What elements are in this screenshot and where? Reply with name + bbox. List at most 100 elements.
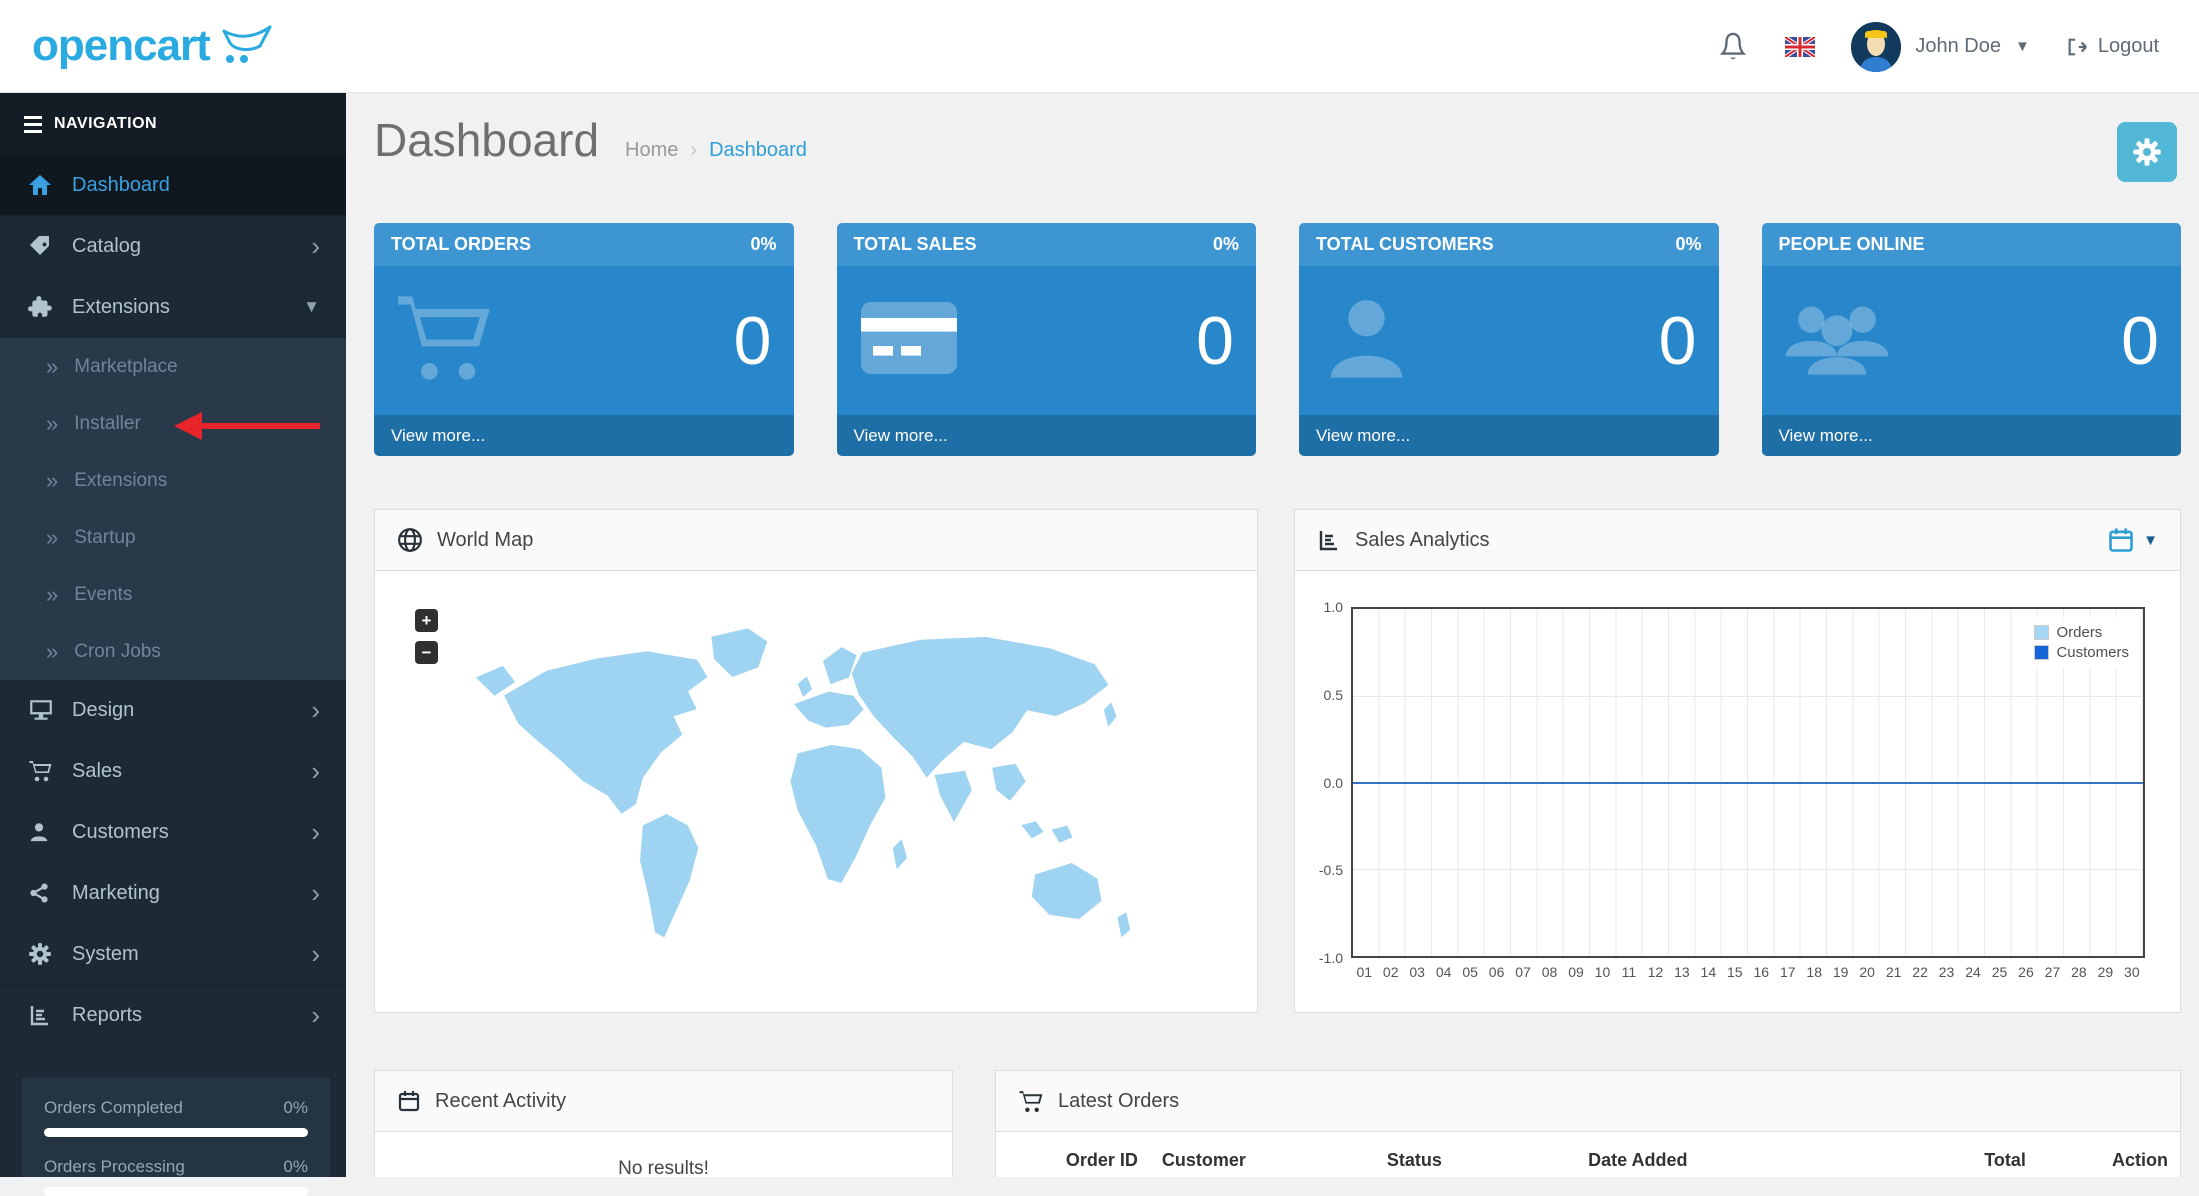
no-results-text: No results!	[375, 1132, 952, 1177]
view-more-link[interactable]: View more...	[1299, 415, 1719, 456]
progress-bar	[44, 1128, 308, 1137]
stat-value: 0%	[283, 1157, 308, 1177]
y-tick-label: -1.0	[1299, 950, 1343, 966]
user-menu[interactable]: John Doe ▼	[1851, 22, 2029, 72]
x-axis-labels: 0102030405060708091011121314151617181920…	[1351, 964, 2145, 980]
x-tick-label: 06	[1483, 964, 1509, 980]
x-tick-label: 30	[2119, 964, 2145, 980]
sidebar-item-system[interactable]: System ›	[0, 924, 346, 985]
sidebar-item-label: Startup	[74, 527, 135, 549]
x-tick-label: 03	[1404, 964, 1430, 980]
navigation-header[interactable]: NAVIGATION	[0, 93, 346, 155]
sidebar-item-label: System	[72, 943, 139, 966]
globe-icon	[397, 527, 423, 553]
x-tick-label: 27	[2039, 964, 2065, 980]
sidebar-item-label: Extensions	[72, 296, 170, 319]
x-tick-label: 11	[1616, 964, 1642, 980]
chart-icon	[1317, 528, 1341, 552]
logout-button[interactable]: Logout	[2066, 35, 2159, 58]
opencart-logo[interactable]: opencart	[32, 18, 274, 74]
x-tick-label: 09	[1563, 964, 1589, 980]
sidebar-item-events[interactable]: » Events	[0, 566, 346, 623]
sidebar-item-dashboard[interactable]: Dashboard	[0, 155, 346, 216]
x-tick-label: 13	[1669, 964, 1695, 980]
sidebar-navigation: NAVIGATION Dashboard Catalog › Extension…	[0, 93, 346, 1177]
x-tick-label: 25	[1986, 964, 2012, 980]
breadcrumb-separator: ›	[690, 139, 697, 162]
view-more-link[interactable]: View more...	[374, 415, 794, 456]
dashboard-settings-button[interactable]	[2117, 122, 2177, 182]
y-tick-label: 0.0	[1299, 775, 1343, 791]
x-tick-label: 26	[2013, 964, 2039, 980]
logo-text: opencart	[32, 18, 210, 74]
sidebar-order-stats: Orders Completed 0% Orders Processing 0%	[22, 1078, 330, 1177]
x-tick-label: 08	[1536, 964, 1562, 980]
x-tick-label: 24	[1960, 964, 1986, 980]
sales-analytics-panel: Sales Analytics ▼ 1.0 0.5 0.0 -0.5 -1.0	[1294, 509, 2181, 1013]
view-more-link[interactable]: View more...	[837, 415, 1257, 456]
tile-value: 0	[1196, 302, 1234, 380]
home-icon	[28, 173, 54, 197]
date-range-button[interactable]: ▼	[2107, 526, 2158, 554]
sidebar-item-installer[interactable]: » Installer	[0, 395, 346, 452]
world-map[interactable]: + −	[375, 571, 1257, 1012]
notifications-bell-icon[interactable]	[1717, 30, 1749, 64]
breadcrumb-current[interactable]: Dashboard	[709, 139, 807, 162]
panel-title: Recent Activity	[435, 1090, 566, 1113]
sidebar-item-startup[interactable]: » Startup	[0, 509, 346, 566]
page-title: Dashboard	[374, 113, 599, 167]
double-chevron-icon: »	[46, 641, 58, 663]
sidebar-item-label: Extensions	[74, 470, 167, 492]
x-tick-label: 12	[1642, 964, 1668, 980]
tile-title: TOTAL CUSTOMERS	[1316, 234, 1494, 255]
sidebar-item-extensions-sub[interactable]: » Extensions	[0, 452, 346, 509]
x-tick-label: 01	[1351, 964, 1377, 980]
tile-percent: 0%	[1675, 234, 1701, 255]
y-tick-label: -0.5	[1299, 862, 1343, 878]
view-more-link[interactable]: View more...	[1762, 415, 2182, 456]
tile-percent: 0%	[750, 234, 776, 255]
breadcrumb-home[interactable]: Home	[625, 139, 678, 162]
latest-orders-table: Order ID Customer Status Date Added Tota…	[996, 1132, 2180, 1177]
x-tick-label: 15	[1722, 964, 1748, 980]
sidebar-item-label: Catalog	[72, 235, 141, 258]
legend-label: Orders	[2056, 624, 2102, 641]
sidebar-item-sales[interactable]: Sales ›	[0, 741, 346, 802]
sidebar-item-label: Design	[72, 699, 134, 722]
column-order-id: Order ID	[996, 1132, 1150, 1177]
map-zoom-in-button[interactable]: +	[415, 609, 438, 632]
sidebar-item-customers[interactable]: Customers ›	[0, 802, 346, 863]
sales-chart: 1.0 0.5 0.0 -0.5 -1.0 Orders Customers	[1351, 607, 2145, 958]
sidebar-item-marketing[interactable]: Marketing ›	[0, 863, 346, 924]
x-tick-label: 22	[1907, 964, 1933, 980]
chevron-down-icon: ▼	[2015, 38, 2030, 55]
sidebar-item-cron-jobs[interactable]: » Cron Jobs	[0, 623, 346, 680]
column-total: Total	[1860, 1132, 2038, 1177]
sidebar-item-extensions[interactable]: Extensions ▼	[0, 277, 346, 338]
tile-value: 0	[2121, 302, 2159, 380]
y-tick-label: 1.0	[1299, 599, 1343, 615]
tile-value: 0	[734, 302, 772, 380]
sidebar-item-design[interactable]: Design ›	[0, 680, 346, 741]
tile-percent: 0%	[1213, 234, 1239, 255]
map-zoom-out-button[interactable]: −	[415, 641, 438, 664]
stat-label: Orders Processing	[44, 1157, 185, 1177]
y-tick-label: 0.5	[1299, 687, 1343, 703]
sidebar-item-label: Cron Jobs	[74, 641, 161, 663]
sidebar-item-label: Installer	[74, 413, 141, 435]
cart-logo-icon	[220, 24, 274, 69]
sidebar-item-reports[interactable]: Reports ›	[0, 985, 346, 1046]
extensions-submenu: » Marketplace » Installer » Extensions »…	[0, 338, 346, 680]
legend-label: Customers	[2056, 644, 2129, 661]
language-flag-icon[interactable]	[1785, 37, 1815, 57]
sidebar-item-marketplace[interactable]: » Marketplace	[0, 338, 346, 395]
x-tick-label: 20	[1854, 964, 1880, 980]
stat-value: 0%	[283, 1098, 308, 1118]
report-icon	[28, 1003, 54, 1027]
column-date-added: Date Added	[1576, 1132, 1860, 1177]
credit-card-icon	[857, 288, 961, 393]
panel-title: Latest Orders	[1058, 1090, 1179, 1113]
x-tick-label: 16	[1748, 964, 1774, 980]
legend-color-customers	[2034, 645, 2049, 660]
sidebar-item-catalog[interactable]: Catalog ›	[0, 216, 346, 277]
